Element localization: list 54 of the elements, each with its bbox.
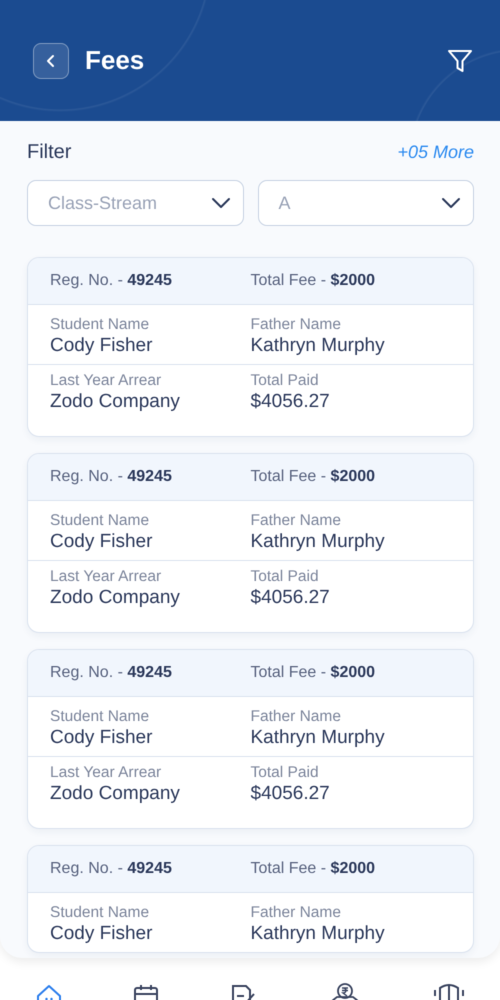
field-label: Father Name — [250, 315, 342, 334]
chevron-down-icon — [441, 197, 461, 209]
reg-number: 49245 — [127, 664, 172, 681]
total-fee-value: $2000 — [330, 664, 376, 681]
field-value: Zodo Company — [50, 390, 181, 414]
field-value: Cody Fisher — [50, 530, 154, 554]
reg-label: Reg. No. - — [50, 272, 123, 289]
fee-card[interactable]: Reg. No. - 49245 Total Fee - $2000 Student Name Cody Fisher Father Name Kathryn Murphy — [27, 845, 474, 953]
total-fee-label: Total Fee - — [250, 468, 326, 485]
field-label: Student Name — [50, 315, 150, 334]
field-label: Student Name — [50, 707, 150, 726]
fee-card[interactable]: Reg. No. - 49245 Total Fee - $2000 Student Name Cody Fisher Father Name Kathryn Murphy Last Year Arrear Zodo Company Total Paid $4056.27 — [27, 257, 474, 437]
field-label: Last Year Arrear — [50, 567, 162, 586]
total-fee-label: Total Fee - — [250, 664, 326, 681]
field-label: Father Name — [250, 707, 342, 726]
total-fee-label: Total Fee - — [250, 860, 326, 877]
field-label: Total Paid — [250, 371, 320, 390]
reg-label: Reg. No. - — [50, 468, 123, 485]
reg-number: 49245 — [127, 468, 172, 485]
field-value: Zodo Company — [50, 782, 181, 806]
field-label: Father Name — [250, 903, 342, 922]
field-value: Cody Fisher — [50, 922, 154, 946]
total-fee-label: Total Fee - — [250, 272, 326, 289]
total-fee-value: $2000 — [330, 468, 376, 485]
field-label: Last Year Arrear — [50, 763, 162, 782]
field-value: Kathryn Murphy — [250, 530, 386, 554]
fee-card[interactable]: Reg. No. - 49245 Total Fee - $2000 Student Name Cody Fisher Father Name Kathryn Murphy Last Year Arrear Zodo Company Total Paid $4056.27 — [27, 649, 474, 829]
total-fee-value: $2000 — [330, 272, 376, 289]
total-fee-value: $2000 — [330, 860, 376, 877]
field-label: Student Name — [50, 903, 150, 922]
field-label: Father Name — [250, 511, 342, 530]
back-button[interactable] — [33, 42, 69, 78]
reg-number: 49245 — [127, 272, 172, 289]
field-value: Kathryn Murphy — [250, 922, 386, 946]
field-value: Cody Fisher — [50, 726, 154, 750]
field-value: $4056.27 — [250, 390, 331, 414]
field-label: Last Year Arrear — [50, 371, 162, 390]
field-value: Kathryn Murphy — [250, 726, 386, 750]
reg-label: Reg. No. - — [50, 860, 123, 877]
field-value: Zodo Company — [50, 586, 181, 610]
field-value: $4056.27 — [250, 586, 331, 610]
reg-label: Reg. No. - — [50, 664, 123, 681]
fee-card[interactable]: Reg. No. - 49245 Total Fee - $2000 Student Name Cody Fisher Father Name Kathryn Murphy Last Year Arrear Zodo Company Total Paid $4056.27 — [27, 453, 474, 633]
chevron-down-icon — [210, 197, 230, 209]
field-label: Student Name — [50, 511, 150, 530]
field-value: $4056.27 — [250, 782, 331, 806]
field-label: Total Paid — [250, 763, 320, 782]
filter-label: Filter — [27, 140, 72, 164]
field-value: Cody Fisher — [50, 334, 154, 358]
reg-number: 49245 — [127, 860, 172, 877]
chevron-left-icon — [45, 54, 57, 68]
field-value: Kathryn Murphy — [250, 334, 386, 358]
page-title: Fees — [85, 45, 144, 76]
field-label: Total Paid — [250, 567, 320, 586]
